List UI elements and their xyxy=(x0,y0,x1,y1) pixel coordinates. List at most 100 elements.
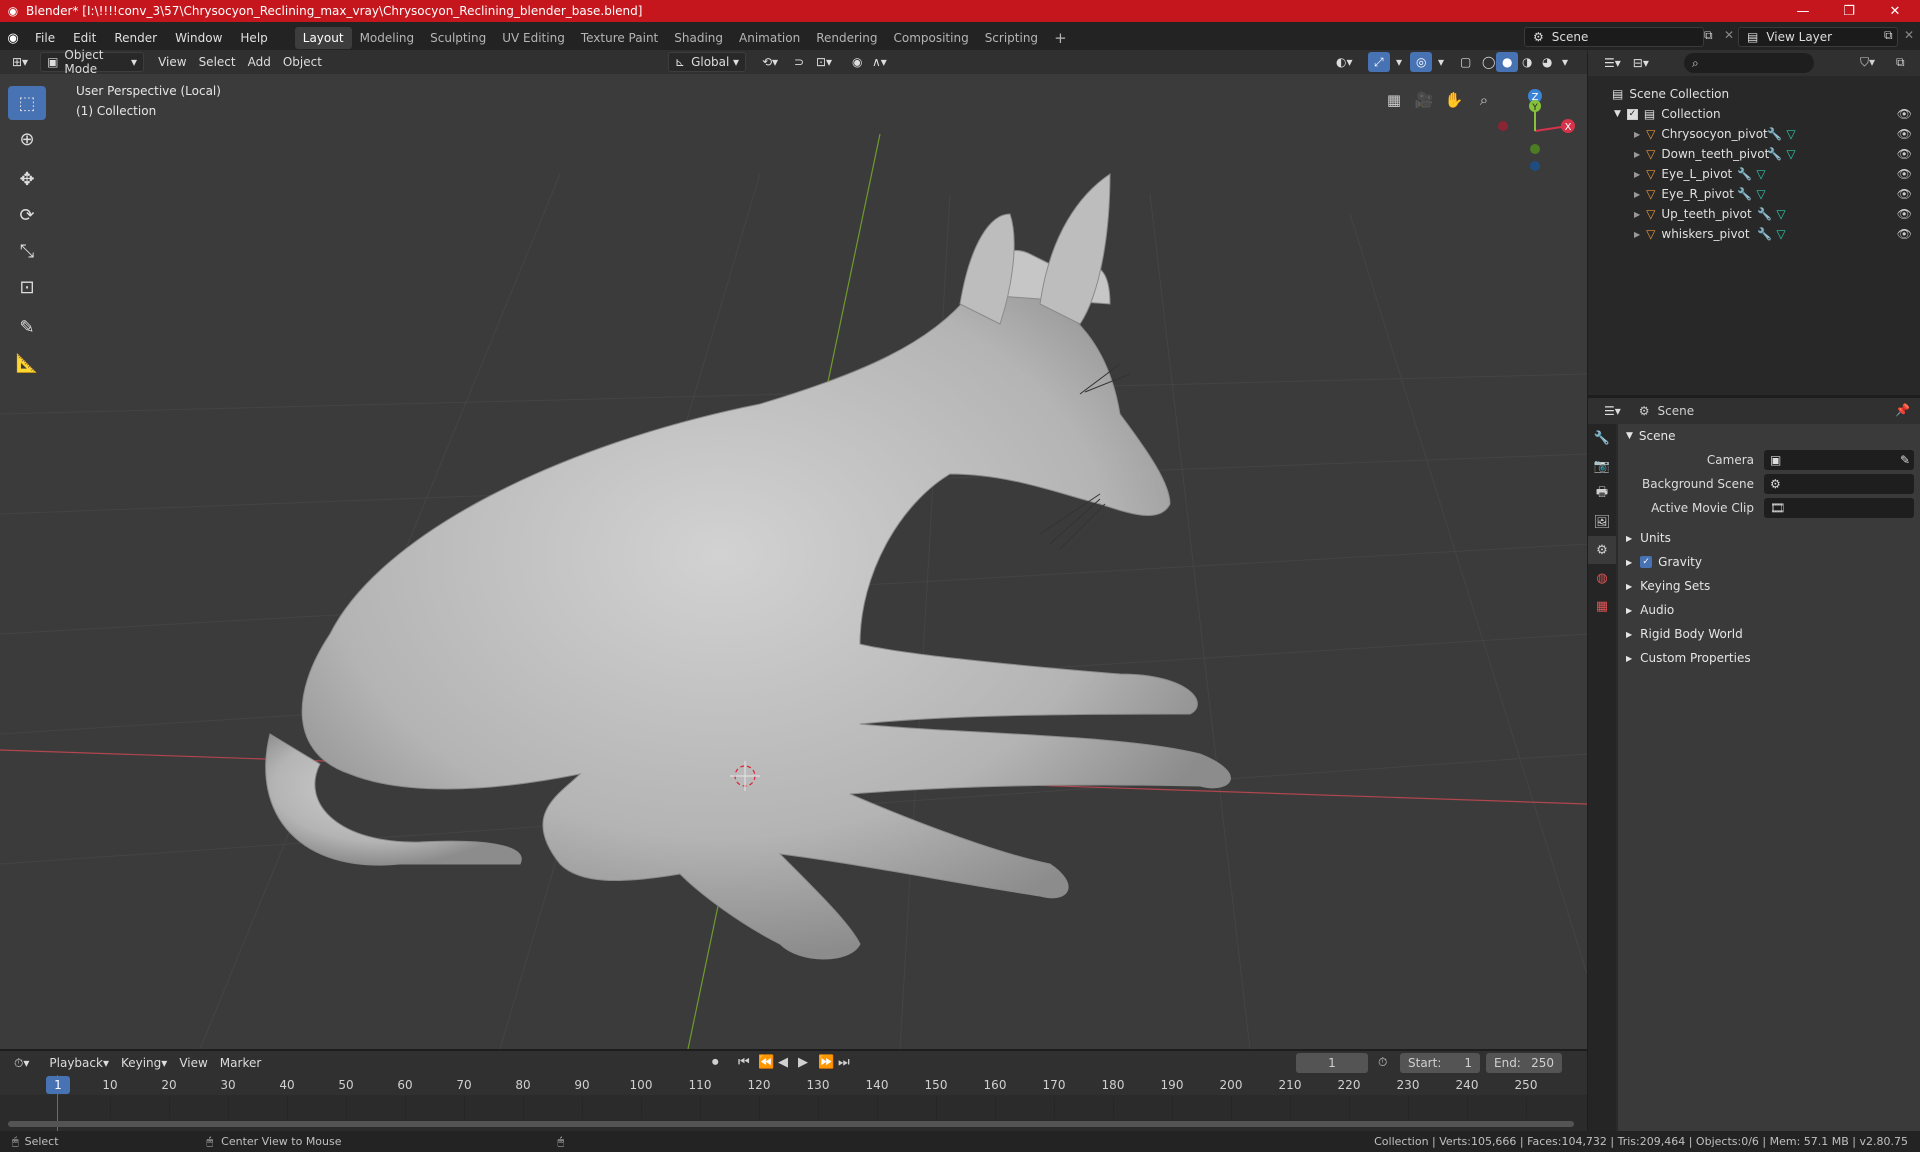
tab-compositing[interactable]: Compositing xyxy=(885,27,976,49)
tab-animation[interactable]: Animation xyxy=(731,27,808,49)
select-box-tool-icon[interactable]: ⬚ xyxy=(8,86,46,120)
menu-window[interactable]: Window xyxy=(166,27,231,49)
active-movie-clip-field[interactable]: 🎞 xyxy=(1764,498,1914,518)
move-tool-icon[interactable]: ✥ xyxy=(8,162,46,196)
filter-icon[interactable]: ⛉▾ xyxy=(1860,55,1875,70)
falloff-icon[interactable]: ∧▾ xyxy=(866,52,893,72)
pivot-point-icon[interactable]: ⟲▾ xyxy=(756,52,784,72)
output-tab-icon[interactable]: 🖶 xyxy=(1588,480,1616,508)
scale-tool-icon[interactable]: ⤡ xyxy=(8,234,46,268)
menu-view[interactable]: View xyxy=(152,52,192,72)
outliner-editor-type-icon[interactable]: ☰▾ xyxy=(1598,53,1627,73)
tab-scripting[interactable]: Scripting xyxy=(977,27,1046,49)
tab-modeling[interactable]: Modeling xyxy=(352,27,423,49)
cursor-tool-icon[interactable]: ⊕ xyxy=(8,122,46,156)
menu-playback[interactable]: Playback ▾ xyxy=(43,1053,115,1073)
toggle-camera-view-icon[interactable]: ▦ xyxy=(1380,86,1408,114)
annotate-tool-icon[interactable]: ✎ xyxy=(8,310,46,344)
eye-icon[interactable]: 👁 xyxy=(1897,127,1912,141)
outliner-object-row[interactable]: ▶ ▽ Down_teeth_pivot 🔧 ▽ 👁 xyxy=(1588,144,1920,164)
measure-tool-icon[interactable]: 📐 xyxy=(8,346,46,380)
prev-keyframe-icon[interactable]: ⏪ xyxy=(758,1055,774,1070)
blender-menu-icon[interactable]: ◉ xyxy=(0,31,26,46)
pin-icon[interactable]: 📌 xyxy=(1895,403,1910,417)
delete-view-layer-icon[interactable]: ✕ xyxy=(1904,28,1914,42)
delete-scene-icon[interactable]: ✕ xyxy=(1724,28,1734,42)
menu-edit[interactable]: Edit xyxy=(64,27,105,49)
timeline-editor-type-icon[interactable]: ⏱▾ xyxy=(8,1053,35,1073)
expand-arrow-icon[interactable]: ▶ xyxy=(1634,210,1640,219)
next-keyframe-icon[interactable]: ⏩ xyxy=(818,1055,834,1070)
new-collection-icon[interactable]: ⧉ xyxy=(1896,55,1905,70)
units-panel-header[interactable]: ▶ Units xyxy=(1618,526,1920,550)
pan-hand-icon[interactable]: ✋ xyxy=(1440,86,1468,114)
chevron-down-icon[interactable]: ▾ xyxy=(1556,52,1574,72)
view-layer-tab-icon[interactable]: 🖼 xyxy=(1588,508,1616,536)
tab-uv-editing[interactable]: UV Editing xyxy=(494,27,573,49)
start-frame-field[interactable]: Start: 1 xyxy=(1400,1053,1480,1073)
world-tab-icon[interactable]: ◍ xyxy=(1588,564,1616,592)
transform-tool-icon[interactable]: ⊡ xyxy=(8,270,46,304)
expand-arrow-icon[interactable]: ▼ xyxy=(1614,109,1621,119)
expand-arrow-icon[interactable]: ▶ xyxy=(1634,150,1640,159)
chevron-down-icon[interactable]: ▾ xyxy=(1390,52,1408,72)
view-layer-selector[interactable]: ▤ View Layer xyxy=(1738,27,1898,47)
expand-arrow-icon[interactable]: ▶ xyxy=(1634,130,1640,139)
gravity-panel-header[interactable]: ▶ ✓ Gravity xyxy=(1618,550,1920,574)
collection-row[interactable]: ▼ ✓ ▤ Collection 👁 xyxy=(1588,104,1920,124)
audio-panel-header[interactable]: ▶ Audio xyxy=(1618,598,1920,622)
mode-dropdown[interactable]: ▣ Object Mode ▾ xyxy=(40,48,145,76)
current-frame-field[interactable]: 1 xyxy=(1296,1053,1368,1073)
tab-texture-paint[interactable]: Texture Paint xyxy=(573,27,666,49)
snap-target-icon[interactable]: ⊡▾ xyxy=(810,52,838,72)
menu-help[interactable]: Help xyxy=(231,27,276,49)
end-frame-field[interactable]: End: 250 xyxy=(1486,1053,1562,1073)
custom-properties-panel-header[interactable]: ▶ Custom Properties xyxy=(1618,646,1920,670)
tab-shading[interactable]: Shading xyxy=(666,27,731,49)
playhead-frame-label[interactable]: 1 xyxy=(46,1076,70,1094)
camera-icon[interactable]: 🎥 xyxy=(1410,86,1438,114)
scene-collection-row[interactable]: ▤ Scene Collection xyxy=(1588,84,1920,104)
eye-icon[interactable]: 👁 xyxy=(1897,167,1912,181)
scene-tab-icon[interactable]: ⚙ xyxy=(1588,536,1616,564)
rigid-body-world-panel-header[interactable]: ▶ Rigid Body World xyxy=(1618,622,1920,646)
rotate-tool-icon[interactable]: ⟳ xyxy=(8,198,46,232)
outliner-search-input[interactable]: ⌕ xyxy=(1684,53,1814,73)
collection-checkbox[interactable]: ✓ xyxy=(1626,108,1638,120)
new-scene-icon[interactable]: ⧉ xyxy=(1704,28,1713,43)
tab-rendering[interactable]: Rendering xyxy=(808,27,885,49)
menu-file[interactable]: File xyxy=(26,27,64,49)
outliner-object-row[interactable]: ▶ ▽ Eye_L_pivot 🔧 ▽ 👁 xyxy=(1588,164,1920,184)
tab-sculpting[interactable]: Sculpting xyxy=(422,27,494,49)
outliner-object-row[interactable]: ▶ ▽ Chrysocyon_pivot 🔧 ▽ 👁 xyxy=(1588,124,1920,144)
jump-end-icon[interactable]: ⏭ xyxy=(838,1055,850,1070)
display-mode-icon[interactable]: ⊟▾ xyxy=(1627,53,1655,73)
transform-orientation-dropdown[interactable]: ⊾ Global ▾ xyxy=(668,52,746,72)
maximize-button[interactable]: ❐ xyxy=(1826,0,1872,22)
eye-icon[interactable]: 👁 xyxy=(1897,207,1912,221)
background-scene-field[interactable]: ⚙ xyxy=(1764,474,1914,494)
gizmo-toggle-icon[interactable]: ⤢ xyxy=(1368,52,1390,72)
eyedropper-icon[interactable]: ✎ xyxy=(1900,453,1910,467)
scene-selector[interactable]: ⚙ Scene xyxy=(1524,27,1704,47)
menu-marker[interactable]: Marker xyxy=(214,1053,267,1073)
properties-editor-type-icon[interactable]: ☰▾ xyxy=(1598,401,1627,421)
expand-arrow-icon[interactable]: ▶ xyxy=(1634,190,1640,199)
eye-icon[interactable]: 👁 xyxy=(1897,147,1912,161)
eye-icon[interactable]: 👁 xyxy=(1897,107,1912,121)
snap-icon[interactable]: ⊃ xyxy=(788,52,810,72)
record-icon[interactable]: ⏺ xyxy=(712,1055,719,1070)
menu-add[interactable]: Add xyxy=(242,52,277,72)
outliner-object-row[interactable]: ▶ ▽ Eye_R_pivot 🔧 ▽ 👁 xyxy=(1588,184,1920,204)
outliner-object-row[interactable]: ▶ ▽ whiskers_pivot 🔧 ▽ 👁 xyxy=(1588,224,1920,244)
new-view-layer-icon[interactable]: ⧉ xyxy=(1884,28,1893,43)
render-tab-icon[interactable]: 📷 xyxy=(1588,452,1616,480)
outliner-object-row[interactable]: ▶ ▽ Up_teeth_pivot 🔧 ▽ 👁 xyxy=(1588,204,1920,224)
camera-field[interactable]: ▣ ✎ xyxy=(1764,450,1914,470)
menu-object[interactable]: Object xyxy=(277,52,328,72)
preview-range-icon[interactable]: ⏱ xyxy=(1378,1055,1387,1070)
timeline-scrollbar[interactable] xyxy=(8,1121,1574,1127)
visibility-icon[interactable]: ◐▾ xyxy=(1330,52,1359,72)
keying-sets-panel-header[interactable]: ▶ Keying Sets xyxy=(1618,574,1920,598)
xray-icon[interactable]: ▢ xyxy=(1454,52,1477,72)
